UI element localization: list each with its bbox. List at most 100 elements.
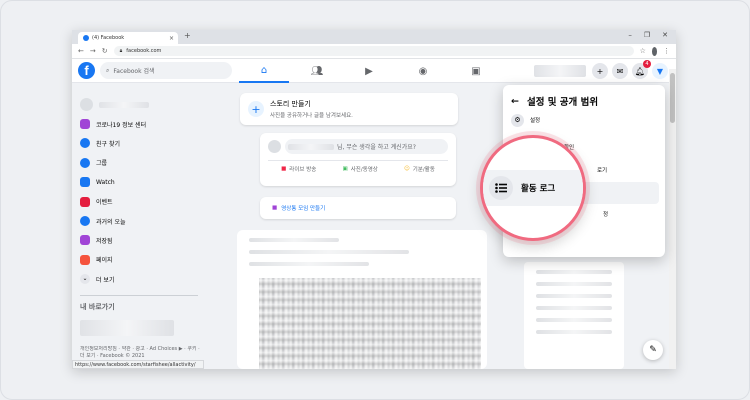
sidebar-item-label: 이벤트 (96, 199, 113, 207)
sidebar-item-label: 저장됨 (96, 237, 113, 245)
new-tab-icon[interactable]: + (184, 31, 191, 40)
status-url: https://www.facebook.com/starfishee/alla… (75, 361, 196, 368)
footer-links: 개인정보처리방침 · 약관 · 광고 · Ad Choices ▶ · 쿠키 ·… (80, 345, 200, 359)
sidebar-item-covid[interactable]: 코로나19 정보 센터 (80, 114, 208, 133)
maximize-icon[interactable]: ❐ (644, 31, 650, 39)
friends-icon (80, 138, 90, 149)
create-icon[interactable]: + (592, 63, 608, 79)
create-story-card[interactable]: + 스토리 만들기 사진을 공유하거나 글을 남겨보세요. (240, 93, 458, 125)
blurred-line (536, 282, 612, 286)
flag-icon (80, 254, 90, 265)
sidebar-item-saved[interactable]: 저장됨 (80, 231, 208, 250)
blurred-line (249, 238, 339, 242)
sidebar-item-label: 더 보기 (96, 276, 115, 284)
tab-title: (4) Facebook (92, 35, 125, 41)
sidebar-item-watch[interactable]: Watch (80, 173, 208, 192)
sidebar-item-pages[interactable]: 페이지 (80, 250, 208, 269)
shield-icon (80, 119, 90, 130)
sidebar-item-events[interactable]: 이벤트 (80, 192, 208, 211)
sidebar-item-memories[interactable]: 과거의 오늘 (80, 211, 208, 230)
menu-item-peek: 정 (603, 212, 609, 218)
close-tab-icon[interactable]: × (169, 35, 174, 42)
blurred-feed-post (237, 230, 487, 369)
blurred-line (536, 294, 612, 298)
sidebar-item-groups[interactable]: 그룹 (80, 153, 208, 172)
gear-icon: ⚙ (511, 113, 524, 127)
menu-item-settings[interactable]: ⚙ 설정 (511, 109, 657, 131)
profile-name-blurred (99, 101, 149, 108)
back-arrow-icon[interactable]: ← (511, 96, 519, 107)
watch-icon (80, 177, 90, 188)
story-title: 스토리 만들기 (270, 100, 311, 108)
facebook-logo-icon[interactable]: f (78, 62, 95, 79)
status-bar: https://www.facebook.com/starfishee/alla… (72, 360, 204, 369)
close-window-icon[interactable]: ✕ (662, 31, 668, 39)
notification-badge: 4 (643, 60, 651, 68)
search-icon: ⌕ (106, 66, 110, 74)
blurred-image-overlay (259, 278, 481, 369)
activity-log-item-zoomed[interactable]: 활동 로그 (483, 170, 583, 206)
blurred-line (249, 262, 369, 266)
live-video-label: 라이브 방송 (289, 167, 317, 173)
profile-button[interactable] (534, 65, 586, 77)
home-icon[interactable]: ⌂ (239, 59, 289, 83)
photo-video-button[interactable]: ▣ 사진/동영상 (343, 165, 378, 173)
sidebar-item-label: 친구 찾기 (96, 140, 120, 148)
messenger-icon[interactable]: ✉ (612, 63, 628, 79)
user-name-blurred (288, 143, 334, 150)
scrollbar-thumb[interactable] (670, 73, 675, 123)
friends-nav-icon[interactable]: 👥︎ (292, 59, 342, 83)
activity-log-label: 활동 로그 (521, 184, 556, 194)
post-composer: 님, 무슨 생각을 하고 계신가요? ■ 라이브 방송 ▣ 사진/동영상 ☺ 기분/활… (260, 133, 456, 186)
video-room-icon: ■ (272, 205, 278, 211)
avatar (268, 140, 281, 153)
create-room-card[interactable]: ■ 영상통 모임 만들기 (260, 197, 456, 219)
sidebar-item-find-friends[interactable]: 친구 찾기 (80, 134, 208, 153)
facebook-favicon-icon (83, 35, 89, 41)
groups-icon (80, 157, 90, 168)
menu-item-label: 설정 (530, 118, 541, 124)
star-icon[interactable]: ☆ (640, 47, 646, 55)
lock-icon: 🔒︎ (119, 48, 123, 54)
live-video-button[interactable]: ■ 라이브 방송 (281, 165, 316, 173)
account-menu-chevron-icon[interactable]: ▼ (652, 63, 668, 79)
new-message-icon[interactable]: ✎ (643, 340, 663, 360)
shortcuts-heading: 내 바로가기 (80, 302, 115, 311)
list-icon (489, 176, 513, 200)
left-sidebar: 코로나19 정보 센터 친구 찾기 그룹 Watch 이벤트 과거의 오늘 저장… (80, 95, 208, 360)
sidebar-item-more[interactable]: ⌄ 더 보기 (80, 270, 208, 289)
search-input[interactable]: ⌕ Facebook 검색 (100, 62, 232, 79)
shortcut-blurred[interactable] (80, 319, 174, 336)
sidebar-item-label: 과거의 오늘 (96, 218, 126, 226)
back-icon[interactable]: ← (78, 47, 84, 55)
add-story-icon[interactable]: + (248, 101, 264, 117)
more-menu-icon[interactable]: ⋮ (663, 47, 670, 55)
menu-header: ← 설정 및 공개 범위 (511, 93, 657, 109)
notifications-icon[interactable]: 🔔︎ 4 (632, 60, 651, 79)
profile-avatar[interactable] (651, 46, 657, 56)
blurred-line (536, 318, 612, 322)
groups-nav-icon[interactable]: ◉ (398, 59, 448, 83)
status-input[interactable]: 님, 무슨 생각을 하고 계신가요? (285, 139, 448, 154)
watch-nav-icon[interactable]: ▶ (344, 59, 394, 83)
window-controls: – ❐ ✕ (628, 31, 668, 39)
sidebar-item-label: 코로나19 정보 센터 (96, 121, 147, 129)
url-field[interactable]: 🔒︎ facebook.com (113, 46, 634, 56)
photo-video-label: 사진/동영상 (350, 167, 378, 173)
gaming-nav-icon[interactable]: ▣ (451, 59, 501, 83)
browser-tab[interactable]: (4) Facebook × (78, 32, 178, 44)
sidebar-profile[interactable] (80, 95, 208, 114)
forward-icon[interactable]: → (90, 47, 96, 55)
page-scrollbar[interactable] (669, 69, 676, 369)
tab-bar: (4) Facebook × + – ❐ ✕ (72, 30, 676, 44)
smiley-icon: ☺ (404, 166, 410, 172)
menu-title: 설정 및 공개 범위 (526, 97, 599, 108)
url-text: facebook.com (126, 48, 162, 54)
live-video-icon: ■ (281, 166, 287, 172)
create-room-label: 영상통 모임 만들기 (281, 206, 326, 212)
feeling-button[interactable]: ☺ 기분/활동 (404, 165, 435, 173)
magnifier-callout: 활동 로그 (480, 135, 586, 241)
sidebar-item-label: 페이지 (96, 257, 113, 265)
minimize-icon[interactable]: – (628, 31, 632, 39)
reload-icon[interactable]: ↻ (102, 47, 108, 55)
